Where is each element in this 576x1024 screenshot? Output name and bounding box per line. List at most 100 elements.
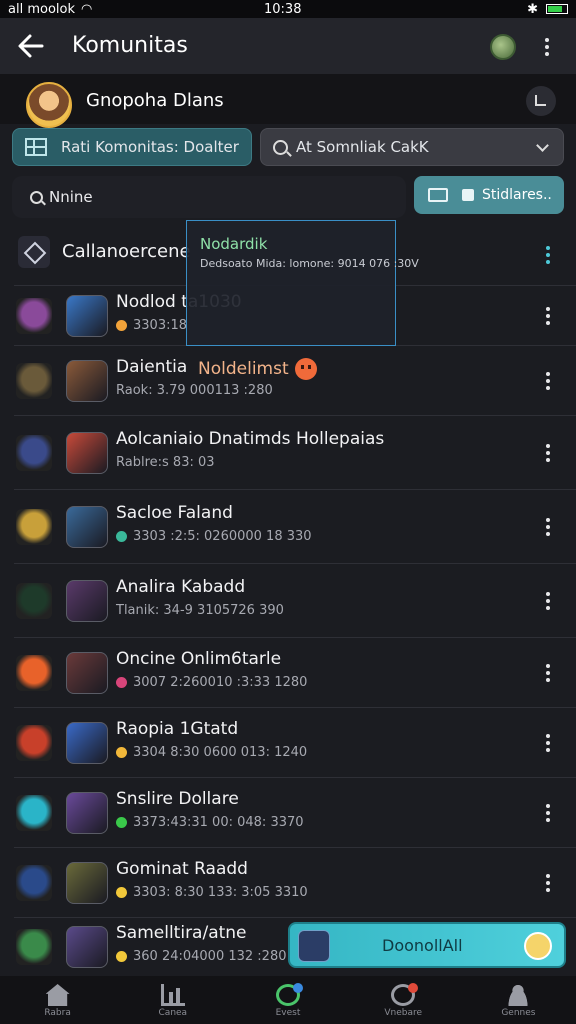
chevron-down-icon [536, 139, 549, 152]
carrier-label: all moolok [8, 1, 75, 17]
community-icon [16, 725, 52, 761]
nav-label-home: Rabra [44, 1008, 71, 1018]
list-item-subtitle: 3007 2:260010 :3:33 1280 [116, 675, 307, 690]
list-item-more-button[interactable] [544, 804, 552, 822]
search-icon [30, 190, 43, 204]
list-item-meta: Raok: 3.79 000113 :280 [116, 383, 273, 398]
clock-badge-icon [524, 932, 552, 960]
chart-icon [160, 984, 185, 1006]
list-item[interactable]: Aolcaniaio Dnatimds Hollepaias Rablre:s 8… [0, 416, 576, 490]
list-item-more-button[interactable] [544, 518, 552, 536]
notice-label: Noldelimst [198, 358, 317, 380]
nav-item-explore[interactable]: Vnebare [346, 976, 461, 1024]
list-item-subtitle: 3304 8:30 0600 013: 1240 [116, 745, 307, 760]
game-icon [66, 792, 108, 834]
status-dot-icon [116, 320, 127, 331]
group-avatar[interactable] [26, 82, 72, 128]
list-item-meta: 3303: 8:30 133: 3:05 3310 [133, 885, 308, 900]
list-item-more-button[interactable] [544, 664, 552, 682]
list-item-title: Oncine Onlim6tarle [116, 649, 282, 669]
tooltip-detail: Dedsoato Mida: lomone: 9014 076 :30V [200, 257, 419, 270]
clock: 10:38 [264, 1, 302, 17]
info-tooltip: Nodardik Dedsoato Mida: lomone: 9014 076… [186, 220, 419, 346]
banner-label: DoonollAll [382, 936, 463, 955]
nav-label-explore: Vnebare [384, 1008, 423, 1018]
game-icon [66, 926, 108, 968]
community-icon [16, 865, 52, 901]
filter-dropdown-label: At Somnliak CakK [296, 138, 429, 156]
status-bar: all moolok ◠ 10:38 ✱ [0, 0, 576, 18]
list-item[interactable]: Analira Kabadd Tlanik: 34-9 3105726 390 [0, 564, 576, 638]
category-title: Callanoercene [62, 241, 191, 262]
notice-text: Noldelimst [198, 359, 289, 379]
list-item-title: Aolcaniaio Dnatimds Hollepaias [116, 429, 385, 449]
list-item[interactable]: Sacloe Faland 3303 :2:5: 0260000 18 330 [0, 490, 576, 564]
back-button[interactable] [16, 32, 46, 60]
list-item-more-button[interactable] [544, 874, 552, 892]
filter-chip-community[interactable]: Rati Komonitas: Doalter [12, 128, 252, 166]
game-icon [66, 295, 108, 337]
search-input-value: Nnine [49, 188, 93, 206]
list-item-subtitle: Rablre:s 83: 03 [116, 455, 215, 470]
notification-badge [293, 983, 303, 993]
filter-dropdown[interactable]: At Somnliak CakK [260, 128, 564, 166]
user-avatar[interactable] [490, 34, 516, 60]
download-banner[interactable]: DoonollAll [288, 922, 566, 968]
nav-label-profile: Gennes [501, 1008, 536, 1018]
list-item[interactable]: Snslire Dollare 3373:43:31 00: 048: 3370 [0, 778, 576, 848]
list-item[interactable]: Oncine Onlim6tarle 3007 2:260010 :3:33 12… [0, 638, 576, 708]
list-item-more-button[interactable] [544, 444, 552, 462]
game-icon [66, 506, 108, 548]
list-item-more-button[interactable] [544, 372, 552, 390]
community-icon [16, 509, 52, 545]
list-item-meta: 360 24:04000 132 :280 [133, 949, 287, 964]
community-icon [16, 298, 52, 334]
list-item-title: Sacloe Faland [116, 503, 233, 523]
stickers-button[interactable]: Stidlares.. [414, 176, 564, 214]
banner-game-icon [298, 930, 330, 962]
list-item-subtitle: 3303: 8:30 133: 3:05 3310 [116, 885, 308, 900]
nav-item-home[interactable]: Rabra [0, 976, 115, 1024]
wifi-icon: ◠ [81, 1, 93, 17]
group-action-button[interactable] [526, 86, 556, 116]
list-item[interactable]: Gominat Raadd 3303: 8:30 133: 3:05 3310 [0, 848, 576, 918]
nav-item-profile[interactable]: Gennes [461, 976, 576, 1024]
battery-icon [546, 4, 568, 14]
list-item-meta: 3007 2:260010 :3:33 1280 [133, 675, 308, 690]
category-more-button[interactable] [544, 246, 552, 264]
nav-item-stats[interactable]: Canea [115, 976, 230, 1024]
list-item-meta: 3303 :2:5: 0260000 18 330 [133, 529, 312, 544]
stickers-button-label: Stidlares.. [482, 187, 552, 203]
list-item-subtitle: Raok: 3.79 000113 :280 [116, 383, 273, 398]
list-item[interactable]: Raopia 1Gtatd 3304 8:30 0600 013: 1240 [0, 708, 576, 778]
list-item-more-button[interactable] [544, 734, 552, 752]
nav-label-stats: Canea [158, 1008, 188, 1018]
list-item-more-button[interactable] [544, 592, 552, 610]
user-icon [506, 984, 531, 1006]
event-icon [276, 983, 303, 1006]
grid-icon [25, 138, 47, 156]
list-item-more-button[interactable] [544, 307, 552, 325]
status-dot-icon [116, 677, 127, 688]
bottom-nav: Rabra Canea Evest Vnebare Gennes [0, 976, 576, 1024]
community-icon [16, 655, 52, 691]
more-options-button[interactable] [543, 38, 551, 56]
tooltip-title: Nodardik [200, 235, 268, 253]
globe-icon [391, 983, 419, 1006]
community-icon [16, 435, 52, 471]
game-icon [66, 360, 108, 402]
game-icon [66, 580, 108, 622]
search-input[interactable]: Nnine [12, 176, 406, 218]
game-icon [66, 432, 108, 474]
community-icon [16, 583, 52, 619]
list-item-meta: 3373:43:31 00: 048: 3370 [133, 815, 304, 830]
list-item[interactable]: Daientia Raok: 3.79 000113 :280 [0, 346, 576, 416]
group-header: Gnopoha Dlans [0, 74, 576, 128]
list-item-meta: 3303:18 [133, 318, 188, 333]
category-icon [18, 236, 50, 268]
nav-item-event[interactable]: Evest [230, 976, 345, 1024]
group-name: Gnopoha Dlans [86, 90, 224, 111]
game-icon [66, 652, 108, 694]
list-item-meta: 3304 8:30 0600 013: 1240 [133, 745, 308, 760]
list-item-subtitle: 3373:43:31 00: 048: 3370 [116, 815, 304, 830]
